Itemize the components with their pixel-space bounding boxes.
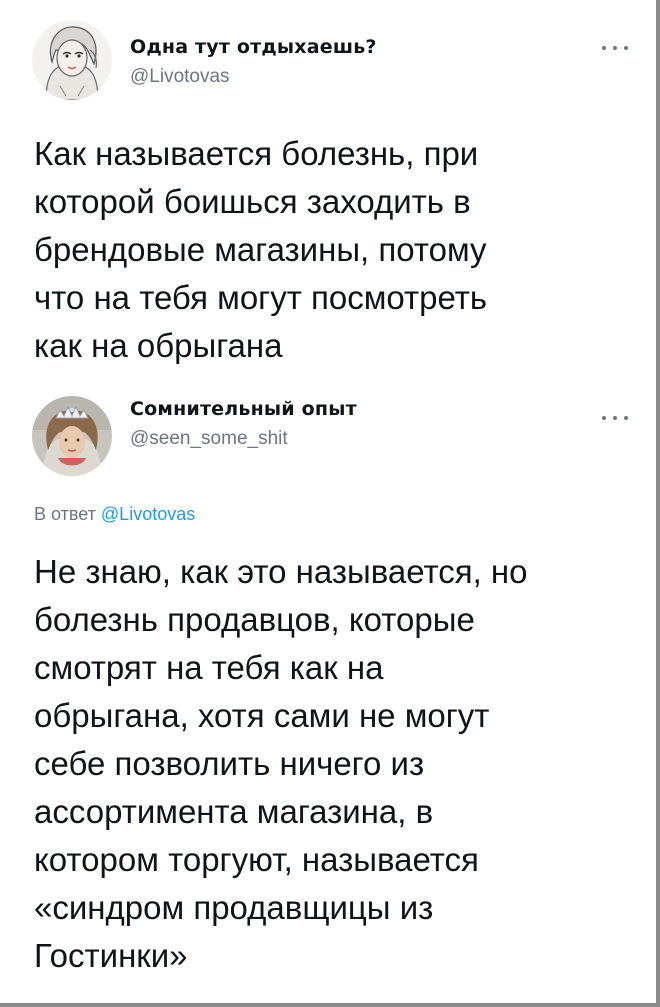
tweet-author: Одна тут отдыхаешь? @Livotovas [130,36,377,88]
more-options-icon[interactable] [602,44,628,52]
author-handle[interactable]: @Livotovas [130,66,377,88]
avatar[interactable] [32,396,112,476]
tweet-text: Не знаю, как это называется, но болезнь … [34,553,528,974]
reply-mention-link[interactable]: @Livotovas [101,504,195,524]
tweet-text: Как называется болезнь, при которой боиш… [34,135,488,364]
reply-prefix: В ответ [34,504,96,524]
illustrated-girl-avatar-icon [32,20,112,100]
tweet-reply: Сомнительный опыт @seen_some_shit В отве… [0,390,656,1003]
reply-context: В ответ @Livotovas [34,504,195,525]
author-name[interactable]: Сомнительный опыт [130,398,357,420]
tweet-author: Сомнительный опыт @seen_some_shit [130,398,357,450]
avatar[interactable] [32,20,112,100]
tweet-original: Одна тут отдыхаешь? @Livotovas Как назыв… [0,0,656,390]
screenshot-frame: Одна тут отдыхаешь? @Livotovas Как назыв… [0,0,660,1007]
author-name[interactable]: Одна тут отдыхаешь? [130,36,377,58]
more-options-icon[interactable] [602,414,628,422]
woman-with-tiara-avatar-icon [32,396,112,476]
author-handle[interactable]: @seen_some_shit [130,428,357,450]
